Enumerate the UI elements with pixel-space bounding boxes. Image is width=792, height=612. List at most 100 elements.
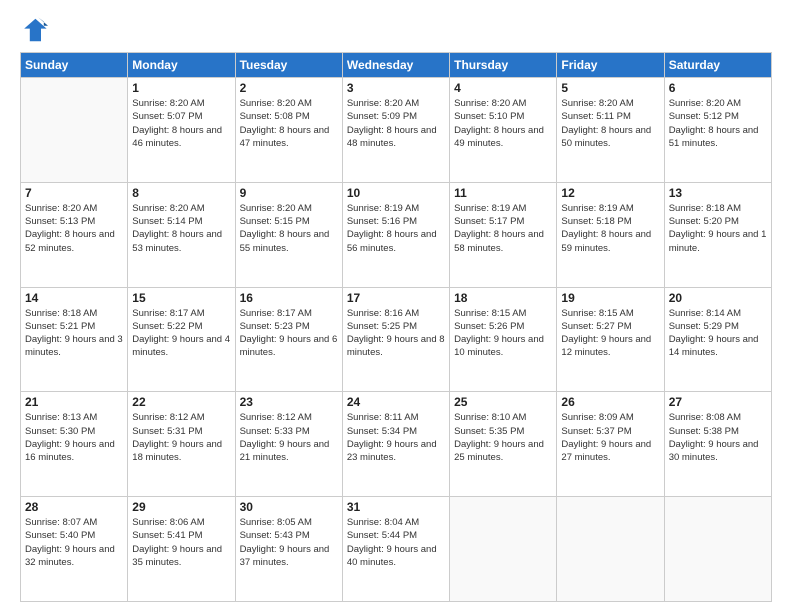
calendar-cell <box>664 497 771 602</box>
day-info: Sunrise: 8:15 AM Sunset: 5:27 PM Dayligh… <box>561 307 659 360</box>
calendar-cell: 21 Sunrise: 8:13 AM Sunset: 5:30 PM Dayli… <box>21 392 128 497</box>
day-number: 20 <box>669 291 767 305</box>
calendar-cell: 15 Sunrise: 8:17 AM Sunset: 5:22 PM Dayli… <box>128 287 235 392</box>
calendar-week: 28 Sunrise: 8:07 AM Sunset: 5:40 PM Dayli… <box>21 497 772 602</box>
calendar-cell: 13 Sunrise: 8:18 AM Sunset: 5:20 PM Dayli… <box>664 182 771 287</box>
day-info: Sunrise: 8:17 AM Sunset: 5:22 PM Dayligh… <box>132 307 230 360</box>
calendar-cell: 1 Sunrise: 8:20 AM Sunset: 5:07 PM Daylig… <box>128 78 235 183</box>
day-info: Sunrise: 8:17 AM Sunset: 5:23 PM Dayligh… <box>240 307 338 360</box>
day-number: 31 <box>347 500 445 514</box>
calendar-cell: 24 Sunrise: 8:11 AM Sunset: 5:34 PM Dayli… <box>342 392 449 497</box>
day-info: Sunrise: 8:13 AM Sunset: 5:30 PM Dayligh… <box>25 411 123 464</box>
day-number: 25 <box>454 395 552 409</box>
day-info: Sunrise: 8:20 AM Sunset: 5:09 PM Dayligh… <box>347 97 445 150</box>
day-info: Sunrise: 8:19 AM Sunset: 5:16 PM Dayligh… <box>347 202 445 255</box>
calendar-cell: 19 Sunrise: 8:15 AM Sunset: 5:27 PM Dayli… <box>557 287 664 392</box>
day-number: 6 <box>669 81 767 95</box>
day-number: 21 <box>25 395 123 409</box>
day-number: 7 <box>25 186 123 200</box>
day-info: Sunrise: 8:05 AM Sunset: 5:43 PM Dayligh… <box>240 516 338 569</box>
calendar-week: 14 Sunrise: 8:18 AM Sunset: 5:21 PM Dayli… <box>21 287 772 392</box>
header-day: Wednesday <box>342 53 449 78</box>
day-info: Sunrise: 8:20 AM Sunset: 5:07 PM Dayligh… <box>132 97 230 150</box>
calendar-cell <box>21 78 128 183</box>
logo <box>20 16 52 44</box>
day-info: Sunrise: 8:18 AM Sunset: 5:20 PM Dayligh… <box>669 202 767 255</box>
calendar-cell: 4Sunrise: 8:20 AM Sunset: 5:10 PM Daylig… <box>450 78 557 183</box>
day-info: Sunrise: 8:07 AM Sunset: 5:40 PM Dayligh… <box>25 516 123 569</box>
day-info: Sunrise: 8:08 AM Sunset: 5:38 PM Dayligh… <box>669 411 767 464</box>
day-number: 13 <box>669 186 767 200</box>
day-info: Sunrise: 8:19 AM Sunset: 5:18 PM Dayligh… <box>561 202 659 255</box>
day-info: Sunrise: 8:04 AM Sunset: 5:44 PM Dayligh… <box>347 516 445 569</box>
calendar-cell: 20 Sunrise: 8:14 AM Sunset: 5:29 PM Dayli… <box>664 287 771 392</box>
calendar-cell: 14 Sunrise: 8:18 AM Sunset: 5:21 PM Dayli… <box>21 287 128 392</box>
day-info: Sunrise: 8:18 AM Sunset: 5:21 PM Dayligh… <box>25 307 123 360</box>
day-number: 15 <box>132 291 230 305</box>
calendar-week: 21 Sunrise: 8:13 AM Sunset: 5:30 PM Dayli… <box>21 392 772 497</box>
calendar-cell: 10 Sunrise: 8:19 AM Sunset: 5:16 PM Dayli… <box>342 182 449 287</box>
day-number: 17 <box>347 291 445 305</box>
calendar-cell: 16 Sunrise: 8:17 AM Sunset: 5:23 PM Dayli… <box>235 287 342 392</box>
day-number: 5 <box>561 81 659 95</box>
calendar-cell: 17 Sunrise: 8:16 AM Sunset: 5:25 PM Dayli… <box>342 287 449 392</box>
day-info: Sunrise: 8:20 AM Sunset: 5:11 PM Dayligh… <box>561 97 659 150</box>
header-day: Sunday <box>21 53 128 78</box>
day-info: Sunrise: 8:11 AM Sunset: 5:34 PM Dayligh… <box>347 411 445 464</box>
day-number: 23 <box>240 395 338 409</box>
day-number: 16 <box>240 291 338 305</box>
header <box>20 16 772 44</box>
day-number: 18 <box>454 291 552 305</box>
calendar-week: 1 Sunrise: 8:20 AM Sunset: 5:07 PM Daylig… <box>21 78 772 183</box>
day-number: 3 <box>347 81 445 95</box>
page: SundayMondayTuesdayWednesdayThursdayFrid… <box>0 0 792 612</box>
calendar-cell: 23Sunrise: 8:12 AM Sunset: 5:33 PM Dayli… <box>235 392 342 497</box>
calendar-table: SundayMondayTuesdayWednesdayThursdayFrid… <box>20 52 772 602</box>
day-info: Sunrise: 8:20 AM Sunset: 5:12 PM Dayligh… <box>669 97 767 150</box>
day-number: 28 <box>25 500 123 514</box>
calendar-week: 7Sunrise: 8:20 AM Sunset: 5:13 PM Daylig… <box>21 182 772 287</box>
calendar-cell: 2Sunrise: 8:20 AM Sunset: 5:08 PM Daylig… <box>235 78 342 183</box>
day-number: 27 <box>669 395 767 409</box>
header-row: SundayMondayTuesdayWednesdayThursdayFrid… <box>21 53 772 78</box>
day-number: 8 <box>132 186 230 200</box>
day-number: 14 <box>25 291 123 305</box>
day-info: Sunrise: 8:06 AM Sunset: 5:41 PM Dayligh… <box>132 516 230 569</box>
calendar-cell <box>557 497 664 602</box>
calendar-cell: 25 Sunrise: 8:10 AM Sunset: 5:35 PM Dayli… <box>450 392 557 497</box>
calendar-cell: 18 Sunrise: 8:15 AM Sunset: 5:26 PM Dayli… <box>450 287 557 392</box>
calendar-cell: 11Sunrise: 8:19 AM Sunset: 5:17 PM Dayli… <box>450 182 557 287</box>
day-number: 4 <box>454 81 552 95</box>
logo-icon <box>20 16 48 44</box>
day-number: 1 <box>132 81 230 95</box>
calendar-cell: 30Sunrise: 8:05 AM Sunset: 5:43 PM Dayli… <box>235 497 342 602</box>
day-info: Sunrise: 8:09 AM Sunset: 5:37 PM Dayligh… <box>561 411 659 464</box>
calendar-cell: 9Sunrise: 8:20 AM Sunset: 5:15 PM Daylig… <box>235 182 342 287</box>
calendar-cell: 22Sunrise: 8:12 AM Sunset: 5:31 PM Dayli… <box>128 392 235 497</box>
day-info: Sunrise: 8:15 AM Sunset: 5:26 PM Dayligh… <box>454 307 552 360</box>
day-info: Sunrise: 8:14 AM Sunset: 5:29 PM Dayligh… <box>669 307 767 360</box>
calendar-cell: 29 Sunrise: 8:06 AM Sunset: 5:41 PM Dayli… <box>128 497 235 602</box>
day-number: 24 <box>347 395 445 409</box>
day-number: 2 <box>240 81 338 95</box>
calendar-cell <box>450 497 557 602</box>
day-number: 29 <box>132 500 230 514</box>
day-number: 19 <box>561 291 659 305</box>
calendar-cell: 5 Sunrise: 8:20 AM Sunset: 5:11 PM Daylig… <box>557 78 664 183</box>
calendar-cell: 27 Sunrise: 8:08 AM Sunset: 5:38 PM Dayli… <box>664 392 771 497</box>
day-info: Sunrise: 8:20 AM Sunset: 5:14 PM Dayligh… <box>132 202 230 255</box>
header-day: Thursday <box>450 53 557 78</box>
header-day: Friday <box>557 53 664 78</box>
day-number: 9 <box>240 186 338 200</box>
calendar-cell: 26 Sunrise: 8:09 AM Sunset: 5:37 PM Dayli… <box>557 392 664 497</box>
day-number: 26 <box>561 395 659 409</box>
day-info: Sunrise: 8:16 AM Sunset: 5:25 PM Dayligh… <box>347 307 445 360</box>
day-number: 12 <box>561 186 659 200</box>
day-number: 22 <box>132 395 230 409</box>
header-day: Saturday <box>664 53 771 78</box>
day-info: Sunrise: 8:10 AM Sunset: 5:35 PM Dayligh… <box>454 411 552 464</box>
calendar-cell: 28 Sunrise: 8:07 AM Sunset: 5:40 PM Dayli… <box>21 497 128 602</box>
header-day: Monday <box>128 53 235 78</box>
calendar-cell: 6 Sunrise: 8:20 AM Sunset: 5:12 PM Daylig… <box>664 78 771 183</box>
day-number: 10 <box>347 186 445 200</box>
